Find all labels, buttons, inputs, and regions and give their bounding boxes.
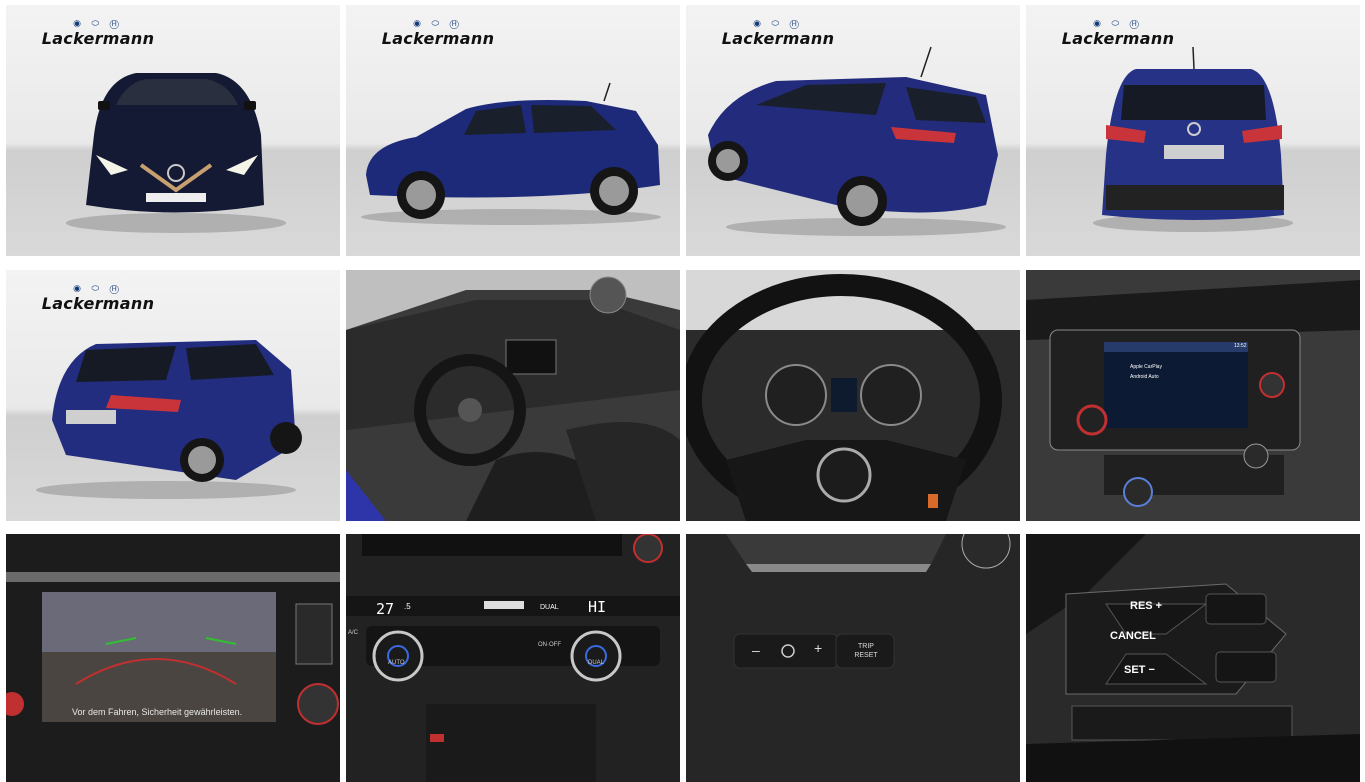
photo-rear-three-quarter[interactable]: ◉ ⬭ Ⓗ Lackermann (686, 5, 1020, 256)
steering-illustration (686, 270, 1020, 521)
photo-steering-wheel[interactable] (686, 270, 1020, 521)
photo-side-view[interactable]: ◉ ⬭ Ⓗ Lackermann (346, 5, 680, 256)
photo-rear-view[interactable]: ◉ ⬭ Ⓗ Lackermann (1026, 5, 1360, 256)
photo-interior-cockpit[interactable] (346, 270, 680, 521)
photo-climate-control[interactable]: 27 .5 HI DUAL A/C AUTO ON·OFF DUAL (346, 534, 680, 782)
infotainment-menu-item-1: Apple CarPlay (1130, 364, 1162, 370)
rear-camera-illustration (6, 534, 340, 782)
infotainment-menu-item-2: Android Auto (1130, 374, 1159, 380)
photo-gallery: ◉ ⬭ Ⓗ Lackermann ◉ ⬭ Ⓗ Lackermann ◉ ⬭ Ⓗ … (0, 0, 1365, 782)
car-rear-illustration (1093, 46, 1293, 232)
climate-left-temp: 27 (376, 600, 395, 618)
climate-illustration (346, 534, 680, 782)
photo-rear-left-quarter[interactable]: ◉ ⬭ Ⓗ Lackermann (6, 270, 340, 521)
photo-rear-camera[interactable]: Vor dem Fahren, Sicherheit gewährleisten… (6, 534, 340, 782)
photo-front-view[interactable]: ◉ ⬭ Ⓗ Lackermann (6, 5, 340, 256)
interior-illustration (346, 270, 680, 521)
climate-ac-label: A/C (348, 630, 359, 636)
dash-plus-button[interactable]: + (814, 640, 822, 656)
photo-infotainment[interactable]: Apple CarPlay Android Auto 13:52 (1026, 270, 1360, 521)
climate-dual-indicator: DUAL (540, 604, 559, 611)
climate-dual-button[interactable]: DUAL (588, 660, 604, 666)
infotainment-illustration (1026, 270, 1360, 521)
set-minus-button[interactable]: SET − (1124, 664, 1155, 676)
photo-dash-buttons[interactable]: – + TRIP RESET (686, 534, 1020, 782)
trip-reset-button[interactable]: TRIP RESET (846, 642, 886, 660)
climate-right-temp: HI (588, 598, 607, 616)
rear-camera-warning: Vor dem Fahren, Sicherheit gewährleisten… (72, 707, 243, 717)
climate-auto-button[interactable]: AUTO (388, 660, 405, 666)
car-rear-quarter-illustration (708, 46, 1006, 236)
photo-wheel-controls[interactable]: RES + CANCEL SET − (1026, 534, 1360, 782)
infotainment-clock: 13:52 (1234, 343, 1247, 349)
car-front-illustration (66, 73, 286, 233)
wheel-controls-illustration (1026, 534, 1360, 782)
dash-minus-button[interactable]: – (752, 642, 760, 658)
climate-onoff-button[interactable]: ON·OFF (538, 642, 561, 648)
car-rear-left-illustration (36, 340, 302, 499)
car-side-illustration (361, 82, 661, 225)
cancel-button[interactable]: CANCEL (1110, 630, 1156, 642)
res-plus-button[interactable]: RES + (1130, 600, 1162, 612)
climate-left-unit: .5 (404, 602, 411, 611)
